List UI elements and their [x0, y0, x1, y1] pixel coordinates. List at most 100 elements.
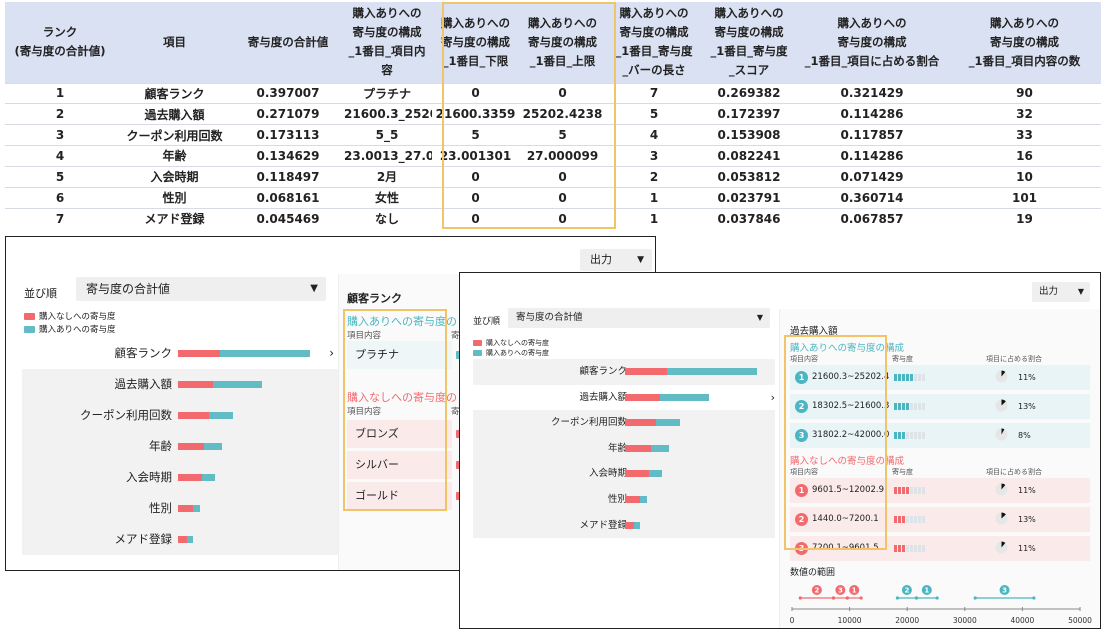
- contribution-bar: [178, 412, 233, 419]
- factor-row[interactable]: 性別: [22, 493, 340, 524]
- rank-badge: 2: [795, 513, 808, 526]
- bar-segment-negative: [178, 350, 220, 357]
- chevron-down-icon: ▼: [1077, 287, 1084, 296]
- detail-item-neg-2[interactable]: シルバー: [347, 451, 452, 479]
- output-label: 出力: [590, 253, 612, 266]
- contribution-block: [906, 403, 909, 410]
- factor-label: 性別: [149, 501, 172, 515]
- column-header-line: 購入ありへの: [352, 6, 422, 21]
- column-header-line: 購入ありへの: [837, 15, 907, 30]
- table-row: 1 顧客ランク 0.397007 プラチナ 0 0 7 0.269382 0.321429 90: [5, 82, 1101, 104]
- rank-badge: 2: [795, 400, 808, 413]
- factor-label: 顧客ランク: [114, 346, 173, 360]
- table-cell: 0.114286: [796, 145, 948, 167]
- share-pie-icon: [995, 541, 1008, 554]
- factor-row[interactable]: 年齢: [22, 431, 340, 462]
- sort-select[interactable]: 寄与度の合計値 ▼: [508, 308, 770, 328]
- rank-badge: 1: [795, 484, 808, 497]
- range-endpoint: [798, 596, 802, 600]
- table-cell: 90: [948, 82, 1101, 104]
- contribution-blocks: [894, 545, 925, 552]
- range-chart-title: 数値の範囲: [790, 568, 836, 578]
- column-header-line: _1番目_上限: [529, 53, 596, 68]
- sort-select[interactable]: 寄与度の合計値 ▼: [76, 277, 326, 301]
- factor-row[interactable]: メアド登録: [22, 524, 340, 555]
- range-chart: 0 10000 20000 30000 40000 50000 2 3 1 2 1 3: [790, 585, 1092, 625]
- share-pie-icon: [995, 512, 1008, 525]
- column-header-line: 寄与度の構成: [714, 25, 784, 40]
- factor-row[interactable]: 顧客ランク ›: [22, 338, 340, 369]
- chevron-right-icon[interactable]: ›: [771, 385, 775, 411]
- range-item[interactable]: 1 21600.3~25202.4 11%: [790, 365, 1090, 390]
- factor-row[interactable]: 過去購入額: [22, 369, 340, 400]
- column-header-line: 購入ありへの: [714, 6, 784, 21]
- contribution-block: [914, 374, 917, 381]
- column-header: 購入ありへの 寄与度の構成 _1番目_上限: [519, 2, 606, 83]
- table-cell: 3: [5, 124, 115, 146]
- chevron-right-icon[interactable]: ›: [329, 338, 334, 369]
- table-cell: 21600.3_25202.4: [342, 103, 432, 125]
- range-label: 18302.5~21600.3: [812, 401, 890, 411]
- table-cell: 23.001301: [432, 145, 519, 167]
- contribution-bar: [178, 474, 216, 481]
- rank-badge: 3: [795, 542, 808, 555]
- factor-row[interactable]: クーポン利用回数: [473, 410, 775, 436]
- legend-swatch-positive: [24, 326, 35, 333]
- column-contrib-header: 寄与度: [892, 468, 913, 476]
- factor-row[interactable]: 入会時期: [22, 462, 340, 493]
- bar-segment-negative: [625, 419, 656, 427]
- bar-segment-negative: [625, 368, 667, 375]
- bar-segment-positive: [213, 381, 262, 388]
- contribution-block: [922, 545, 925, 552]
- table-cell: 2: [606, 165, 702, 188]
- column-header-line: 購入ありへの: [619, 6, 689, 21]
- range-item[interactable]: 1 9601.5~12002.9 11%: [790, 478, 1090, 503]
- output-dropdown[interactable]: 出力 ▼: [580, 249, 652, 271]
- column-share-header: 項目に占める割合: [986, 468, 1042, 476]
- legend-positive-label: 購入ありへの寄与度: [39, 325, 116, 335]
- factor-row[interactable]: メアド登録: [473, 512, 775, 539]
- factor-row[interactable]: 性別: [473, 486, 775, 513]
- table-cell: 女性: [342, 186, 432, 209]
- bar-segment-positive: [204, 443, 222, 450]
- column-header-line: 寄与度の構成: [837, 34, 907, 49]
- factor-row[interactable]: 顧客ランク: [473, 359, 775, 385]
- share-pie-icon: [995, 399, 1008, 412]
- table-cell: 2月: [342, 165, 432, 188]
- table-header-row: ランク (寄与度の合計値) 項目 寄与度の合計値 購入ありへの 寄与度の構成 _1番目_項目…: [5, 2, 1101, 83]
- column-header-line: _1番目_項目内容の数: [968, 53, 1081, 68]
- factor-row[interactable]: 入会時期: [473, 461, 775, 487]
- contribution-block: [906, 545, 909, 552]
- table-cell: 0: [432, 207, 519, 229]
- column-header: 購入ありへの 寄与度の構成 _1番目_下限: [432, 2, 519, 83]
- bar-segment-negative: [625, 470, 650, 478]
- contribution-block: [898, 545, 901, 552]
- contribution-block: [906, 374, 909, 381]
- range-item[interactable]: 2 18302.5~21600.3 13%: [790, 394, 1090, 419]
- table-cell: 0.360714: [796, 186, 948, 209]
- legend-negative-label: 購入なしへの寄与度: [486, 339, 549, 347]
- range-item[interactable]: 3 7200.1~9601.5 11%: [790, 536, 1090, 561]
- factor-row[interactable]: クーポン利用回数: [22, 400, 340, 431]
- factor-label: 過去購入額: [114, 377, 173, 391]
- column-header-line: _1番目_寄与度: [710, 44, 788, 59]
- range-item[interactable]: 3 31802.2~42000.0 8%: [790, 423, 1090, 448]
- factor-label: メアド登録: [579, 519, 627, 531]
- rank-badge: 1: [795, 371, 808, 384]
- chevron-down-icon: ▼: [637, 255, 644, 265]
- detail-item-neg-3[interactable]: ゴールド: [347, 482, 452, 510]
- bar-segment-positive: [186, 536, 194, 543]
- contribution-block: [894, 403, 897, 410]
- output-dropdown[interactable]: 出力 ▼: [1032, 282, 1090, 302]
- factor-row[interactable]: 過去購入額 ›: [473, 384, 775, 411]
- range-endpoint: [895, 596, 900, 600]
- contribution-block: [918, 487, 921, 494]
- contribution-block: [914, 403, 917, 410]
- range-item[interactable]: 2 1440.0~7200.1 13%: [790, 507, 1090, 532]
- range-badge-label: 2: [904, 587, 909, 595]
- detail-item-pos-1[interactable]: プラチナ: [347, 341, 452, 369]
- sort-label: 並び順: [473, 317, 501, 327]
- detail-item-neg-1[interactable]: ブロンズ: [347, 420, 452, 448]
- table-cell: 10: [948, 165, 1101, 188]
- factor-row[interactable]: 年齢: [473, 435, 775, 462]
